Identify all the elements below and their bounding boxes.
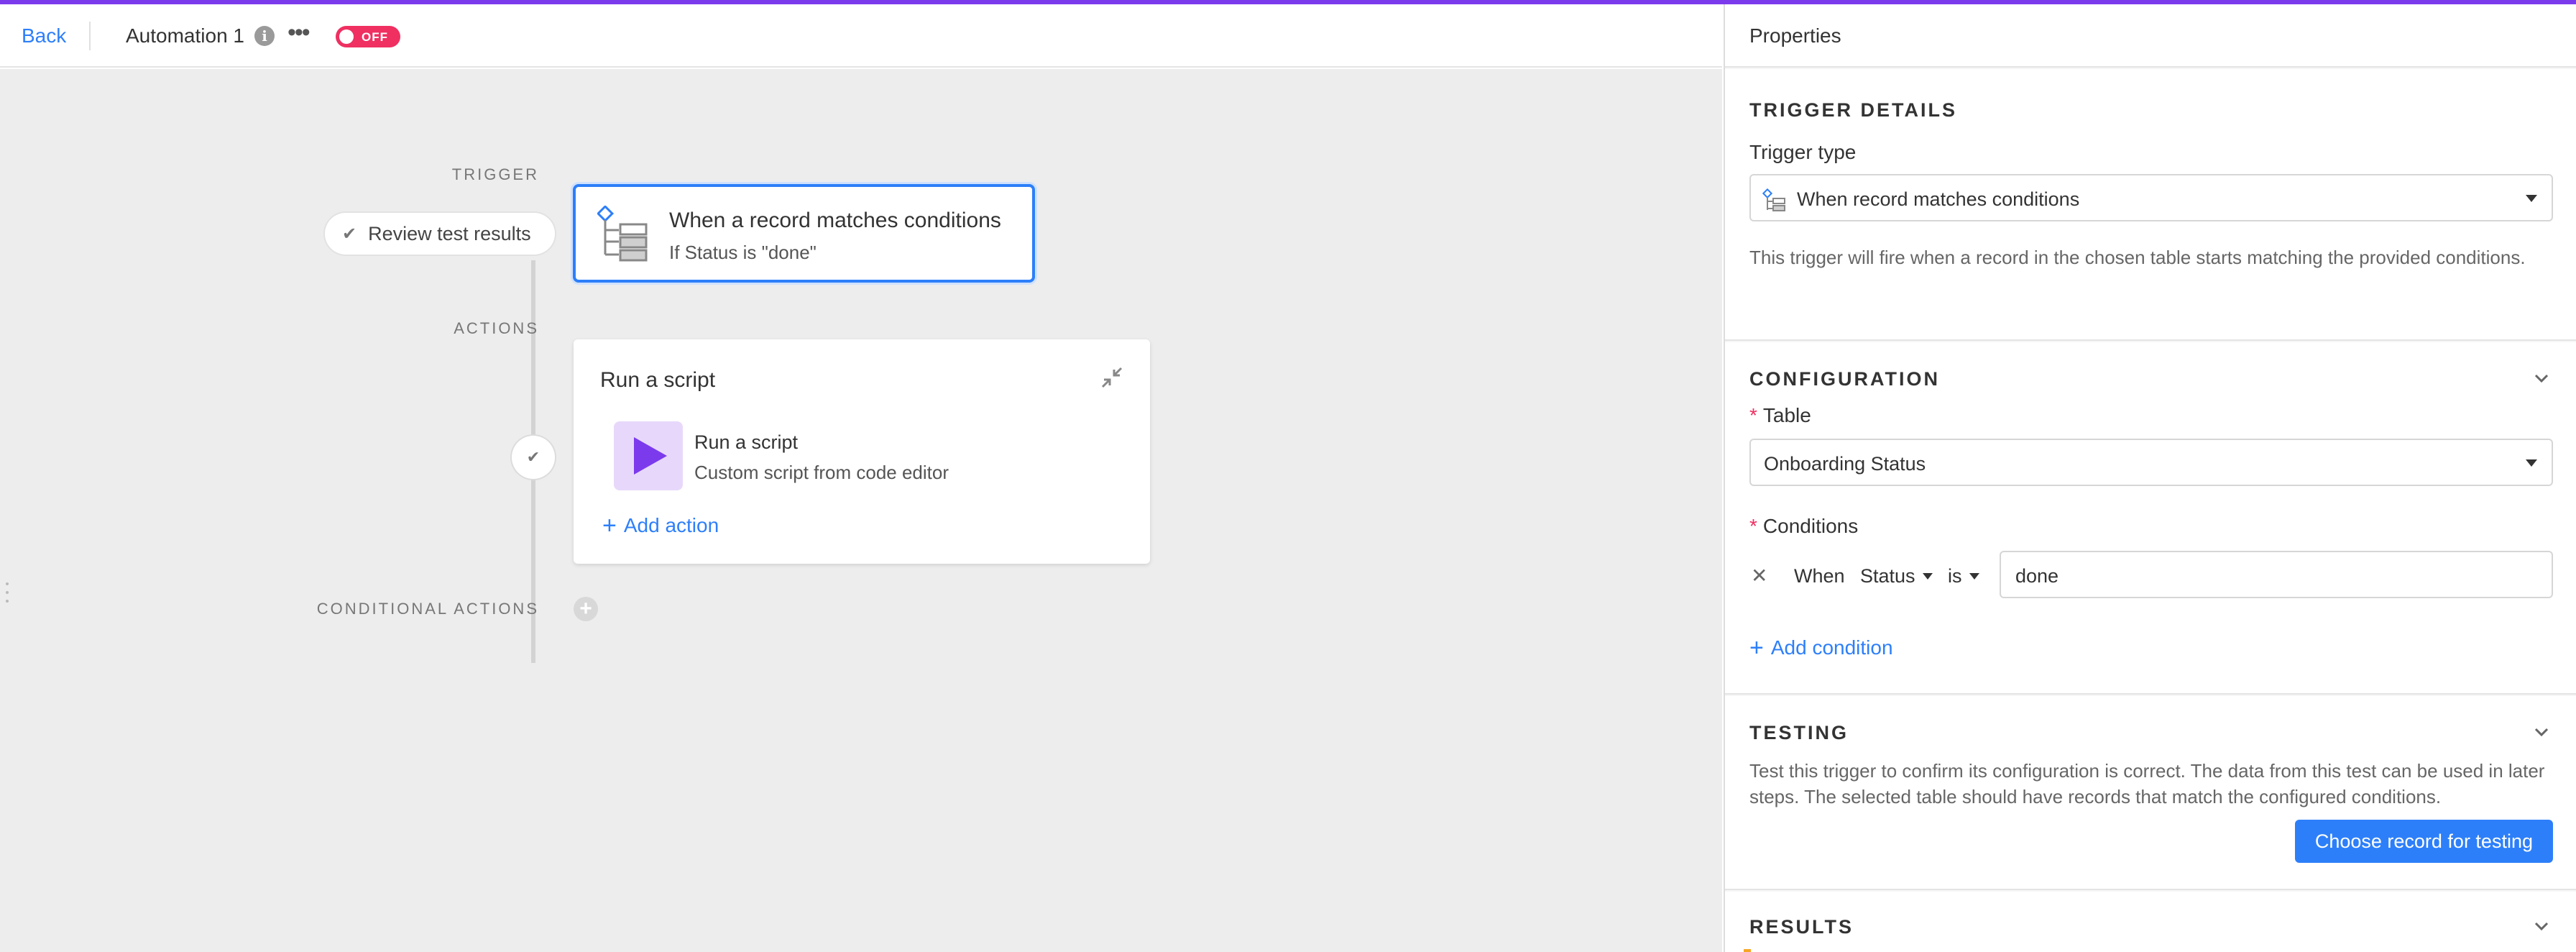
choose-record-for-testing-button[interactable]: Choose record for testing (2294, 820, 2553, 863)
results-status-indicator (1744, 949, 1751, 952)
testing-section: TESTING Test this trigger to confirm its… (1725, 696, 2576, 890)
table-select[interactable]: Onboarding Status (1749, 439, 2553, 486)
review-test-results-button[interactable]: ✔ Review test results (325, 213, 555, 255)
condition-when-label: When (1794, 565, 1845, 587)
add-action-label: Add action (623, 514, 719, 536)
automation-header: Back Automation 1 i ••• OFF (0, 4, 1722, 68)
trigger-details-title: TRIGGER DETAILS (1749, 99, 1958, 121)
more-options-icon[interactable]: ••• (288, 19, 310, 47)
toggle-knob (339, 29, 354, 44)
condition-row: ✕ When Status is done (1749, 551, 2553, 598)
condition-operator-select[interactable]: is (1948, 565, 1979, 587)
results-section: RESULTS (1725, 892, 2576, 952)
trigger-subtitle: If Status is "done" (669, 242, 816, 263)
resize-grip-icon[interactable] (6, 582, 10, 615)
add-condition-label: Add condition (1770, 636, 1893, 659)
trigger-title: When a record matches conditions (669, 209, 1001, 232)
properties-panel: Properties TRIGGER DETAILS Trigger type … (1724, 4, 2576, 952)
action-card[interactable]: Run a script Run a script Custom script … (574, 339, 1150, 564)
header-divider (89, 22, 91, 50)
conditions-label: * Conditions (1749, 515, 1859, 537)
review-test-results-label: Review test results (368, 222, 531, 244)
trigger-type-label: Trigger type (1749, 141, 1857, 163)
chevron-down-icon[interactable] (2531, 916, 2552, 936)
properties-title: Properties (1749, 24, 1841, 47)
condition-value-input[interactable]: done (2000, 551, 2553, 598)
chevron-down-icon[interactable] (2531, 368, 2552, 388)
toggle-label: OFF (362, 30, 388, 44)
chevron-down-icon (1969, 573, 1979, 580)
testing-title: TESTING (1749, 722, 1849, 743)
collapse-icon[interactable] (1100, 365, 1124, 390)
condition-field-select[interactable]: Status (1860, 565, 1933, 587)
action-step-subtitle: Custom script from code editor (694, 462, 949, 483)
step-status-check-icon: ✔ (512, 436, 555, 479)
workflow-canvas: TRIGGER ACTIONS CONDITIONAL ACTIONS ✔ Re… (0, 69, 1722, 952)
play-icon (634, 437, 667, 475)
add-action-button[interactable]: + Add action (602, 512, 719, 540)
trigger-description: This trigger will fire when a record in … (1749, 247, 2526, 268)
chevron-down-icon (1922, 573, 1933, 580)
conditions-tree-icon (1762, 188, 1785, 211)
results-title: RESULTS (1749, 916, 1854, 938)
add-condition-button[interactable]: + Add condition (1749, 634, 1893, 662)
run-script-icon (614, 421, 683, 490)
table-label: * Table (1749, 404, 1811, 426)
check-icon: ✔ (342, 224, 357, 244)
conditions-tree-icon (597, 206, 648, 262)
configuration-section: CONFIGURATION * Table Onboarding Status *… (1725, 342, 2576, 695)
action-step-title: Run a script (694, 431, 799, 453)
actions-section-label: ACTIONS (454, 319, 539, 337)
chevron-down-icon[interactable] (2531, 722, 2552, 742)
action-card-title: Run a script (600, 368, 716, 392)
trigger-type-value: When record matches conditions (1797, 188, 2080, 210)
trigger-section-label: TRIGGER (451, 165, 539, 183)
conditional-actions-label: CONDITIONAL ACTIONS (316, 600, 539, 618)
trigger-card[interactable]: When a record matches conditions If Stat… (573, 184, 1035, 283)
plus-icon: + (1749, 634, 1764, 662)
add-conditional-action-button[interactable]: + (574, 597, 598, 621)
remove-condition-icon[interactable]: ✕ (1751, 564, 1767, 587)
info-icon[interactable]: i (254, 26, 275, 46)
trigger-details-section: TRIGGER DETAILS Trigger type When record… (1725, 69, 2576, 341)
properties-header: Properties (1725, 4, 2576, 68)
configuration-title: CONFIGURATION (1749, 368, 1940, 390)
chevron-down-icon (2526, 459, 2537, 467)
back-link[interactable]: Back (22, 24, 66, 47)
table-value: Onboarding Status (1764, 453, 1926, 475)
automation-toggle[interactable]: OFF (336, 26, 400, 47)
automation-name[interactable]: Automation 1 (126, 24, 244, 47)
plus-icon: + (602, 512, 617, 539)
chevron-down-icon (2526, 195, 2537, 202)
testing-description: Test this trigger to confirm its configu… (1749, 760, 2545, 807)
trigger-type-select[interactable]: When record matches conditions (1749, 174, 2553, 221)
